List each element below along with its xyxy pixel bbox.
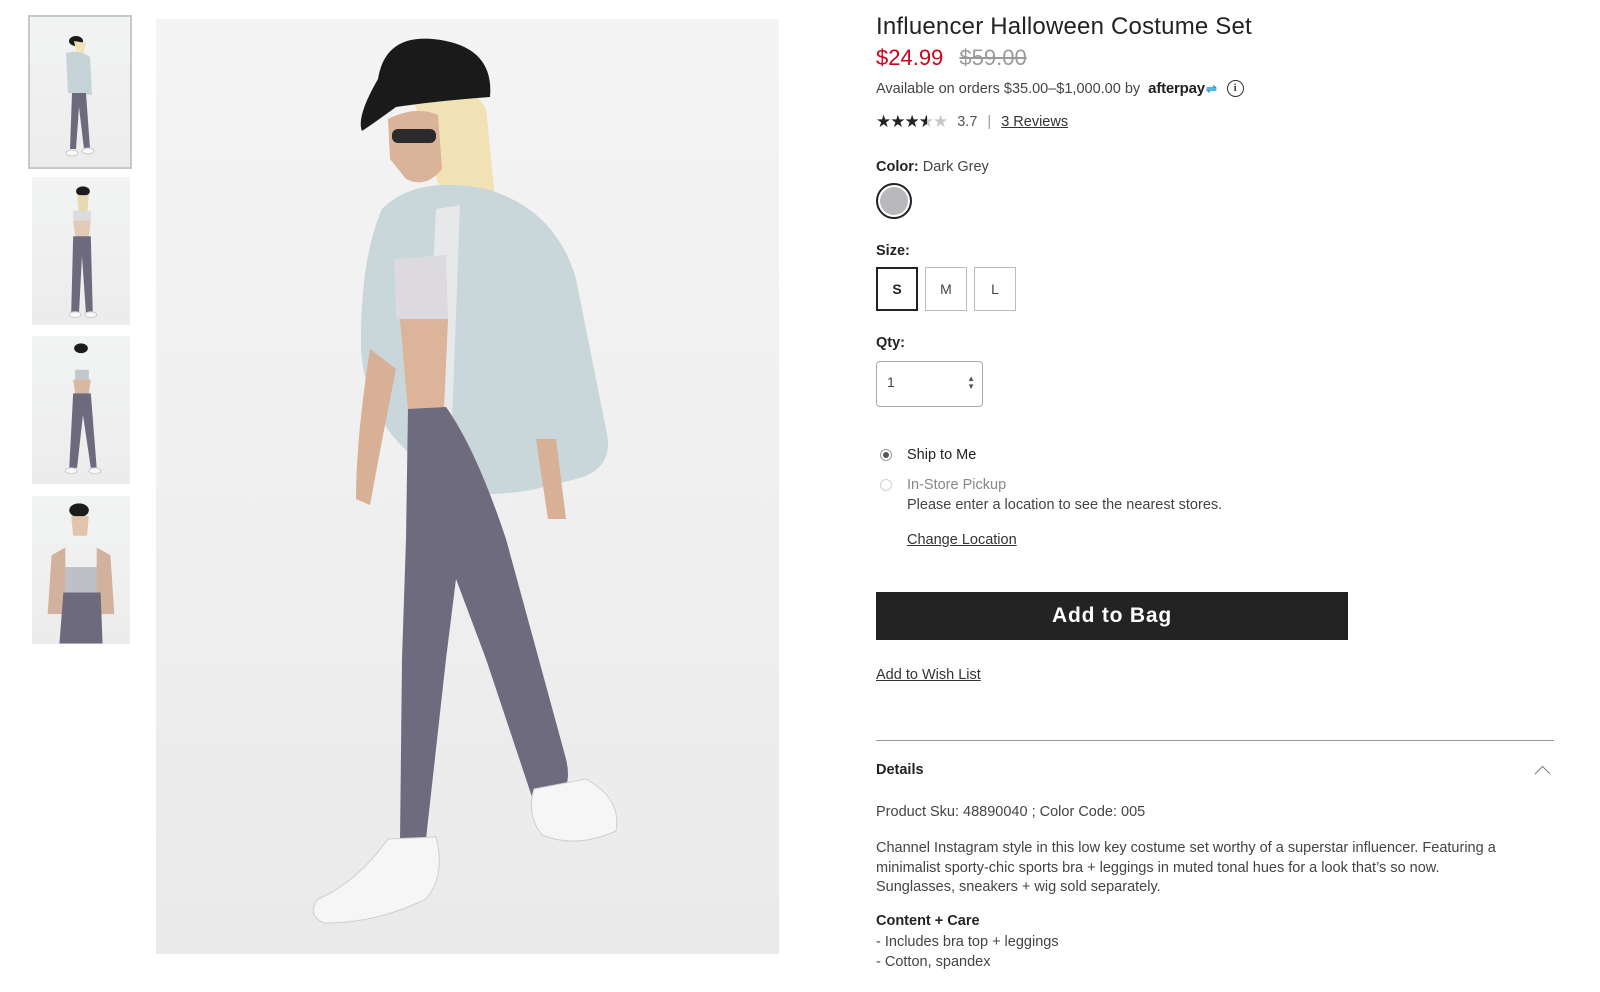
care-heading: Content + Care [876,913,980,929]
size-label: Size: [876,243,910,259]
price-block: $24.99 $59.00 [876,45,1027,71]
details-heading: Details [876,762,924,778]
afterpay-logo: afterpay⇌ [1148,80,1217,97]
change-location-link[interactable]: Change Location [907,532,1017,548]
size-option-l[interactable]: L [974,267,1016,311]
model-illustration [312,38,618,924]
size-option-s[interactable]: S [876,267,918,311]
pickup-radio[interactable] [880,479,892,491]
product-title: Influencer Halloween Costume Set [876,13,1252,40]
model-thumbnail-image [64,343,102,475]
main-product-image[interactable] [156,19,779,954]
thumbnail-3[interactable] [32,336,130,484]
details-accordion-header[interactable]: Details [876,762,1551,782]
model-thumbnail-image [47,503,115,644]
thumbnail-4[interactable] [32,496,130,644]
thumbnail-1[interactable] [28,15,132,169]
afterpay-arrows-icon: ⇌ [1205,81,1217,96]
rating-separator: | [987,114,992,130]
care-item: - Includes bra top + leggings [876,934,1059,950]
rating-row: ★★★★ ★ ★ 3.7 | 3 Reviews [876,112,1068,132]
thumbnail-2[interactable] [32,177,130,325]
ship-to-me-option[interactable]: Ship to Me [876,447,976,463]
quantity-stepper[interactable]: 1 ▲ ▼ [876,361,983,407]
add-to-wishlist-link[interactable]: Add to Wish List [876,667,981,683]
quantity-value: 1 [887,374,895,390]
size-selector: S M L [876,267,1023,311]
color-label: Color: Dark Grey [876,159,989,175]
star-rating-icon: ★★★★ ★ ★ [876,112,948,131]
ship-radio[interactable] [880,449,892,461]
afterpay-message: Available on orders $35.00–$1,000.00 by … [876,80,1244,97]
qty-label: Qty: [876,335,905,351]
pickup-label: In-Store Pickup [907,477,1007,493]
info-icon[interactable]: i [1226,80,1244,97]
color-swatch-dark-grey[interactable] [876,183,912,219]
care-item: - Cotton, spandex [876,953,991,970]
spinner-arrows-icon[interactable]: ▲ ▼ [967,375,975,391]
reviews-link[interactable]: 3 Reviews [1001,114,1068,130]
color-value: Dark Grey [922,159,989,175]
model-thumbnail-image [68,186,98,319]
divider [876,740,1554,741]
model-thumbnail-image [65,36,95,157]
chevron-up-icon[interactable] [1534,765,1551,782]
care-list: - Includes bra top + leggings - Cotton, … [876,933,1059,972]
product-description: Channel Instagram style in this low key … [876,840,1496,895]
in-store-pickup-option[interactable]: In-Store Pickup [876,477,1006,493]
size-option-m[interactable]: M [925,267,967,311]
afterpay-text: Available on orders $35.00–$1,000.00 by [876,80,1141,97]
original-price: $59.00 [959,45,1027,70]
ship-label: Ship to Me [907,447,977,463]
pickup-note: Please enter a location to see the neare… [907,497,1223,513]
add-to-bag-button[interactable]: Add to Bag [876,592,1348,640]
product-sku: Product Sku: 48890040 ; Color Code: 005 [876,804,1146,820]
sale-price: $24.99 [876,45,944,70]
rating-score: 3.7 [957,114,978,130]
